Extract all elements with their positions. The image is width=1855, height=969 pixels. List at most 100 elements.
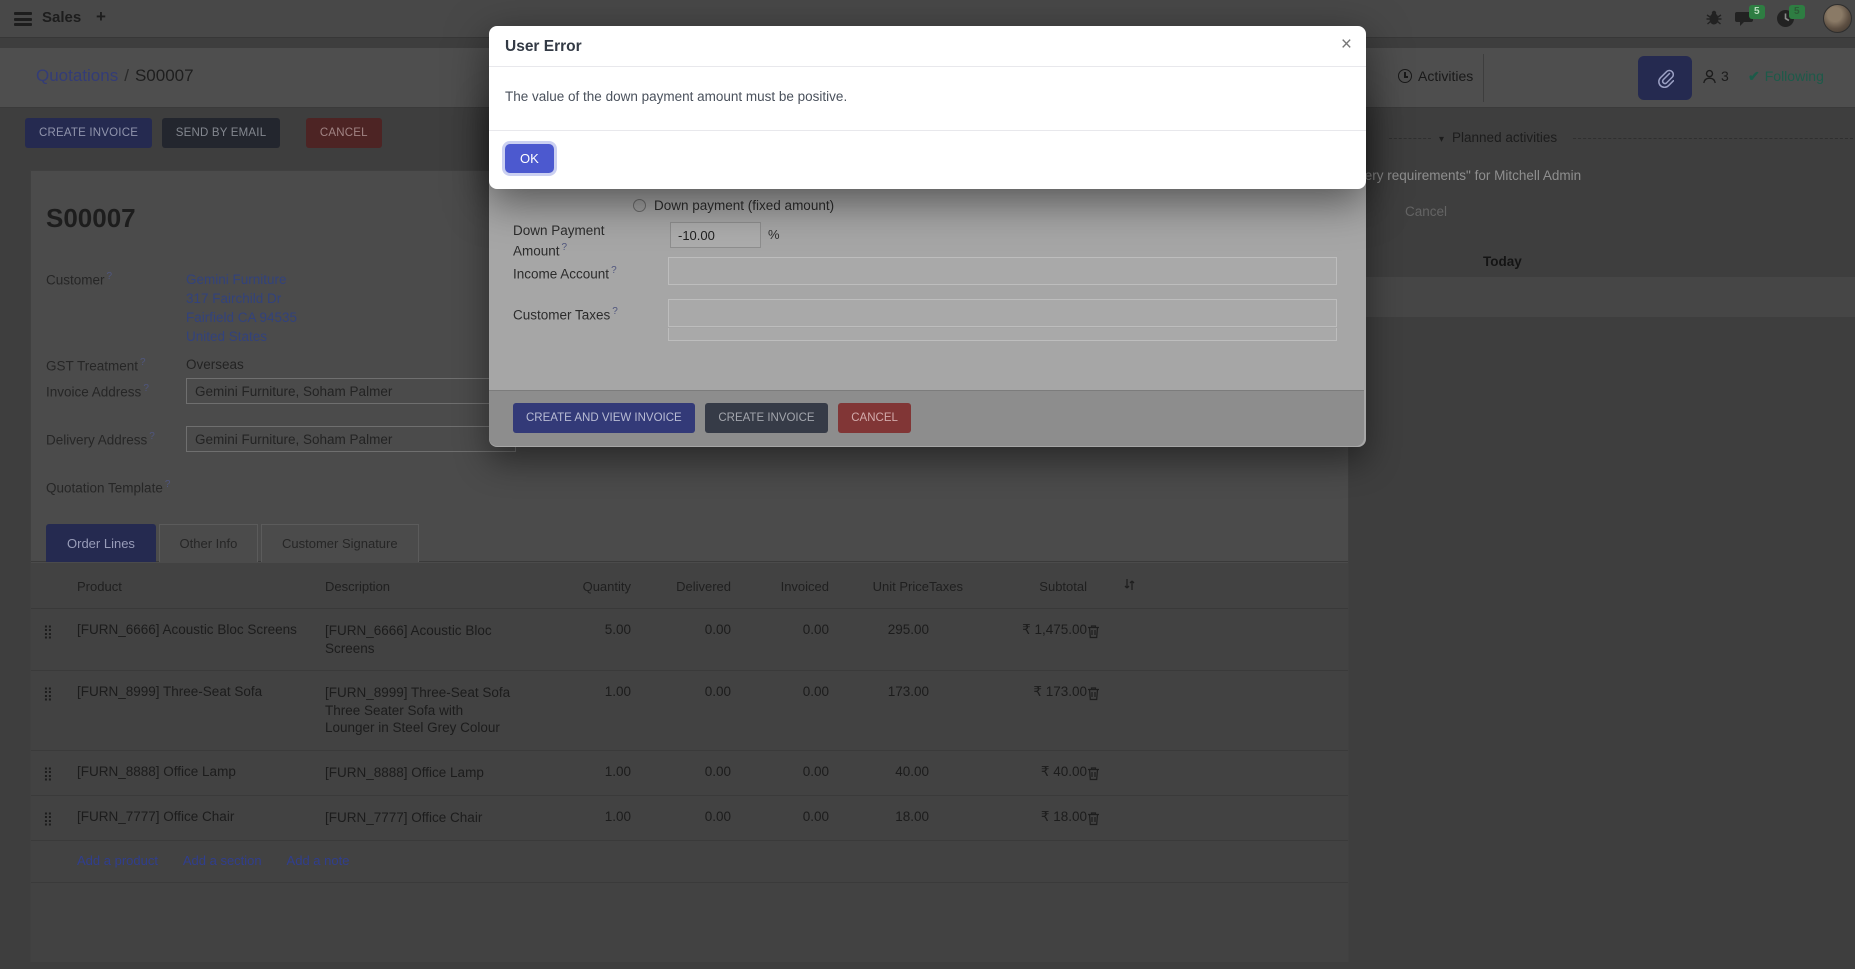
- cell-invoiced[interactable]: 0.00: [731, 751, 829, 792]
- user-avatar[interactable]: [1823, 4, 1852, 33]
- col-invoiced[interactable]: Invoiced: [731, 563, 829, 608]
- activities-button[interactable]: Activities: [1398, 68, 1473, 84]
- cell-product[interactable]: [FURN_8999] Three-Seat Sofa: [77, 671, 325, 712]
- customer-city[interactable]: Fairfield CA 94535: [186, 308, 297, 327]
- customer-country[interactable]: United States: [186, 327, 297, 346]
- delete-row-icon[interactable]: [1087, 751, 1123, 794]
- col-subtotal[interactable]: Subtotal: [1021, 563, 1087, 608]
- breadcrumb-quotations-link[interactable]: Quotations: [36, 66, 118, 85]
- activity-row-highlight[interactable]: [1349, 277, 1855, 317]
- add-a-note-link[interactable]: Add a note: [287, 853, 350, 868]
- invoice-address-input[interactable]: [186, 378, 516, 404]
- down-payment-fixed-radio[interactable]: Down payment (fixed amount): [633, 198, 834, 213]
- down-payment-amount-input[interactable]: [670, 222, 761, 248]
- messages-count-badge: 5: [1749, 5, 1765, 19]
- table-row[interactable]: ⣿ [FURN_8999] Three-Seat Sofa [FURN_8999…: [31, 671, 1348, 751]
- wizard-footer: CREATE AND VIEW INVOICE CREATE INVOICE C…: [489, 390, 1364, 446]
- cell-quantity[interactable]: 5.00: [571, 609, 631, 650]
- add-a-product-link[interactable]: Add a product: [77, 853, 158, 868]
- followers-button[interactable]: 3: [1702, 68, 1729, 84]
- activity-cancel-link[interactable]: Cancel: [1405, 204, 1447, 219]
- cell-description[interactable]: [FURN_7777] Office Chair: [325, 796, 571, 840]
- planned-activities-separator[interactable]: ▾Planned activities: [1349, 130, 1855, 146]
- col-delivered[interactable]: Delivered: [631, 563, 731, 608]
- create-invoice-button[interactable]: CREATE INVOICE: [25, 118, 152, 148]
- tab-customer-signature[interactable]: Customer Signature: [261, 524, 419, 562]
- hamburger-menu-icon[interactable]: [14, 12, 32, 26]
- col-description[interactable]: Description: [325, 563, 571, 608]
- customer-address-links[interactable]: Gemini Furniture 317 Fairchild Dr Fairfi…: [186, 270, 297, 346]
- cell-invoiced[interactable]: 0.00: [731, 796, 829, 837]
- send-by-email-button[interactable]: SEND BY EMAIL: [162, 118, 281, 148]
- close-icon[interactable]: ×: [1341, 35, 1352, 54]
- breadcrumb: Quotations/S00007: [36, 66, 194, 86]
- optional-columns-icon[interactable]: [1123, 563, 1147, 605]
- drag-handle-icon[interactable]: ⣿: [43, 751, 77, 795]
- customer-name-link[interactable]: Gemini Furniture: [186, 270, 297, 289]
- radio-label: Down payment (fixed amount): [654, 198, 834, 213]
- wizard-create-invoice-button[interactable]: CREATE INVOICE: [705, 403, 827, 433]
- table-row[interactable]: ⣿ [FURN_7777] Office Chair [FURN_7777] O…: [31, 796, 1348, 841]
- cell-quantity[interactable]: 1.00: [571, 751, 631, 792]
- gst-treatment-value[interactable]: Overseas: [186, 357, 244, 372]
- cell-taxes[interactable]: [929, 671, 1021, 697]
- bug-icon[interactable]: [1705, 9, 1725, 29]
- cell-invoiced[interactable]: 0.00: [731, 671, 829, 712]
- breadcrumb-separator: /: [118, 66, 135, 85]
- customer-label: Customer?: [46, 271, 112, 287]
- create-and-view-invoice-button[interactable]: CREATE AND VIEW INVOICE: [513, 403, 695, 433]
- customer-street[interactable]: 317 Fairchild Dr: [186, 289, 297, 308]
- tab-order-lines[interactable]: Order Lines: [46, 524, 156, 562]
- cell-delivered[interactable]: 0.00: [631, 671, 731, 712]
- cell-invoiced[interactable]: 0.00: [731, 609, 829, 650]
- delete-row-icon[interactable]: [1087, 796, 1123, 839]
- help-marker: ?: [107, 271, 113, 282]
- col-quantity[interactable]: Quantity: [571, 563, 631, 608]
- activities-label: Activities: [1418, 68, 1473, 84]
- drag-handle-icon[interactable]: ⣿: [43, 609, 77, 653]
- cancel-order-button[interactable]: CANCEL: [306, 118, 382, 148]
- modal-footer: OK: [489, 131, 1366, 173]
- cell-taxes[interactable]: [929, 751, 1021, 777]
- cell-description[interactable]: [FURN_6666] Acoustic Bloc Screens: [325, 609, 571, 670]
- cell-unit-price[interactable]: 18.00: [829, 796, 929, 837]
- cell-product[interactable]: [FURN_7777] Office Chair: [77, 796, 325, 837]
- cell-unit-price[interactable]: 173.00: [829, 671, 929, 712]
- cell-delivered[interactable]: 0.00: [631, 609, 731, 650]
- add-a-section-link[interactable]: Add a section: [183, 853, 262, 868]
- new-tab-plus-icon[interactable]: +: [96, 7, 106, 27]
- drag-handle-icon[interactable]: ⣿: [43, 796, 77, 840]
- delivery-address-input[interactable]: [186, 426, 516, 452]
- table-row[interactable]: ⣿ [FURN_8888] Office Lamp [FURN_8888] Of…: [31, 751, 1348, 796]
- col-unit-price[interactable]: Unit Price: [829, 563, 929, 608]
- cell-quantity[interactable]: 1.00: [571, 796, 631, 837]
- cell-taxes[interactable]: [929, 796, 1021, 822]
- following-button[interactable]: ✔Following: [1748, 68, 1824, 85]
- col-product[interactable]: Product: [77, 563, 325, 608]
- cell-description[interactable]: [FURN_8999] Three-Seat Sofa Three Seater…: [325, 671, 571, 750]
- app-name[interactable]: Sales: [42, 9, 81, 26]
- cell-taxes[interactable]: [929, 609, 1021, 635]
- drag-handle-icon[interactable]: ⣿: [43, 671, 77, 715]
- planned-activities-label: Planned activities: [1452, 130, 1557, 145]
- delete-row-icon[interactable]: [1087, 609, 1123, 652]
- cell-unit-price[interactable]: 40.00: [829, 751, 929, 792]
- cell-product[interactable]: [FURN_8888] Office Lamp: [77, 751, 325, 792]
- attachments-button[interactable]: [1638, 56, 1692, 100]
- cell-description[interactable]: [FURN_8888] Office Lamp: [325, 751, 571, 795]
- wizard-cancel-button[interactable]: CANCEL: [838, 403, 911, 433]
- cell-quantity[interactable]: 1.00: [571, 671, 631, 712]
- percent-suffix: %: [768, 227, 780, 242]
- cell-product[interactable]: [FURN_6666] Acoustic Bloc Screens: [77, 609, 325, 650]
- cell-unit-price[interactable]: 295.00: [829, 609, 929, 650]
- delete-row-icon[interactable]: [1087, 671, 1123, 714]
- cell-subtotal: ₹ 173.00: [1021, 671, 1087, 713]
- tab-other-info[interactable]: Other Info: [159, 524, 259, 562]
- table-row[interactable]: ⣿ [FURN_6666] Acoustic Bloc Screens [FUR…: [31, 609, 1348, 671]
- col-taxes[interactable]: Taxes: [929, 563, 1021, 608]
- cell-delivered[interactable]: 0.00: [631, 796, 731, 837]
- ok-button[interactable]: OK: [505, 144, 554, 173]
- customer-taxes-input[interactable]: [668, 299, 1337, 327]
- income-account-input[interactable]: [668, 257, 1337, 285]
- cell-delivered[interactable]: 0.00: [631, 751, 731, 792]
